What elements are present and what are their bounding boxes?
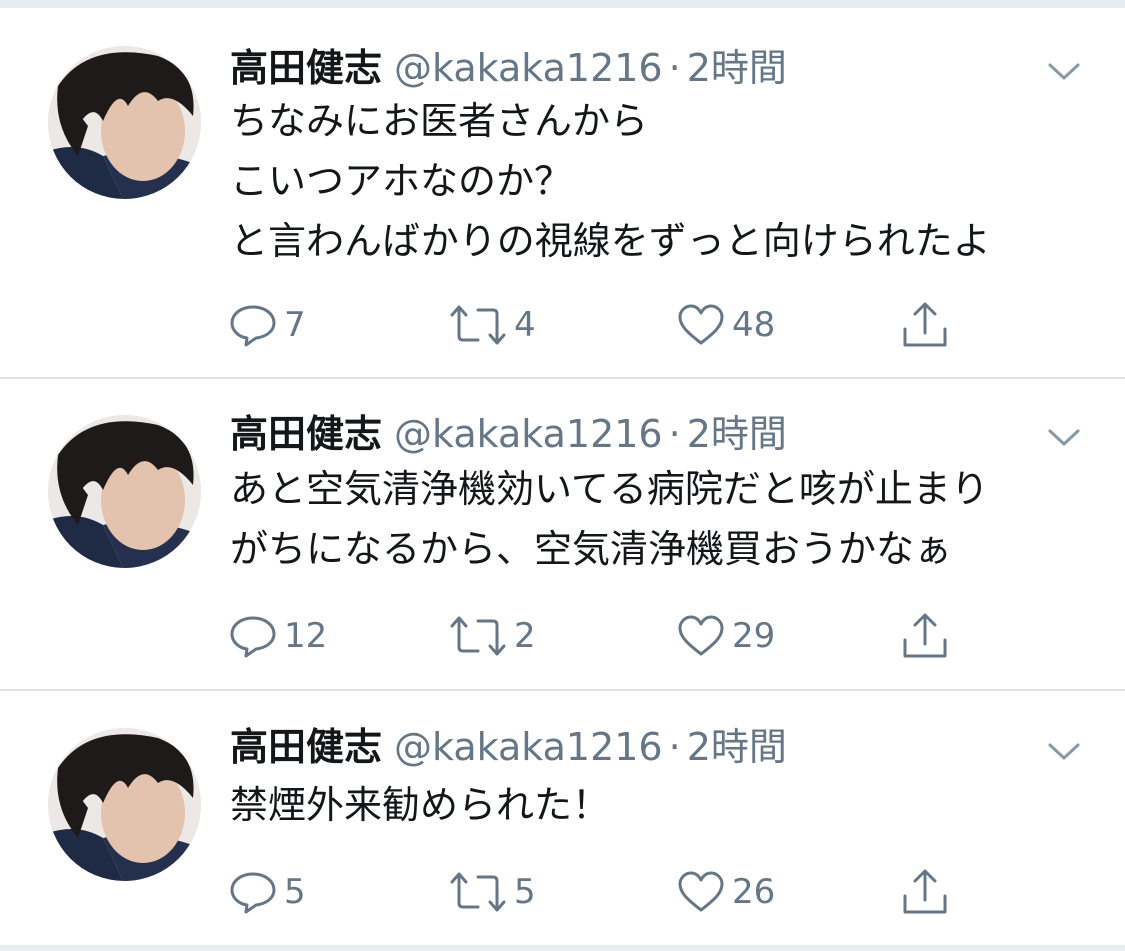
tweet-text-line: がちになるから、空気清浄機買おうかなぁ <box>230 527 953 571</box>
share-button[interactable] <box>900 867 950 917</box>
tweet-text-line: あと空気清浄機効いてる病院だと咳が止まり <box>230 467 989 511</box>
tweet-text: ちなみにお医者さんから こいつアホなのか？ と言わんばかりの視線をずっと向けられ… <box>230 91 1090 271</box>
display-name[interactable]: 高田健志 <box>230 46 382 90</box>
share-icon <box>900 868 950 916</box>
timestamp[interactable]: 2時間 <box>687 46 787 90</box>
like-count: 29 <box>732 616 776 656</box>
retweet-count: 2 <box>514 616 536 656</box>
retweet-icon <box>448 303 508 347</box>
reply-button[interactable]: 5 <box>228 867 306 917</box>
tweet[interactable]: 高田健志 @kakaka1216 · 2時間 禁煙外来勧められた！ 5 5 26 <box>0 691 1125 945</box>
reply-icon <box>228 303 278 347</box>
separator-dot: · <box>668 46 681 90</box>
top-divider <box>0 0 1125 8</box>
retweet-count: 4 <box>514 305 536 345</box>
like-count: 48 <box>732 305 776 345</box>
tweet-header: 高田健志 @kakaka1216 · 2時間 <box>230 409 787 459</box>
tweet-actions: 12 2 29 <box>228 611 968 661</box>
share-button[interactable] <box>900 300 950 350</box>
avatar[interactable] <box>48 728 201 881</box>
handle[interactable]: @kakaka1216 <box>394 412 663 456</box>
tweet-actions: 5 5 26 <box>228 867 968 917</box>
tweet-actions: 7 4 48 <box>228 300 968 350</box>
tweet-text: 禁煙外来勧められた！ <box>230 775 1090 835</box>
share-button[interactable] <box>900 611 950 661</box>
tweet-text: あと空気清浄機効いてる病院だと咳が止まり がちになるから、空気清浄機買おうかなぁ <box>230 459 1090 579</box>
tweet-text-line: と言わんばかりの視線をずっと向けられたよ <box>230 219 991 263</box>
retweet-button[interactable]: 5 <box>448 867 536 917</box>
heart-icon <box>676 614 726 658</box>
reply-icon <box>228 614 278 658</box>
retweet-icon <box>448 614 508 658</box>
avatar[interactable] <box>48 46 201 199</box>
display-name[interactable]: 高田健志 <box>230 412 382 456</box>
timestamp[interactable]: 2時間 <box>687 412 787 456</box>
avatar[interactable] <box>48 415 201 568</box>
tweet-text-line: こいつアホなのか？ <box>230 159 573 203</box>
reply-button[interactable]: 7 <box>228 300 306 350</box>
tweet-text-line: 禁煙外来勧められた！ <box>230 783 611 827</box>
display-name[interactable]: 高田健志 <box>230 725 382 769</box>
separator-dot: · <box>668 412 681 456</box>
tweet[interactable]: 高田健志 @kakaka1216 · 2時間 あと空気清浄機効いてる病院だと咳が止まり… <box>0 379 1125 689</box>
tweet-text-line: ちなみにお医者さんから <box>230 99 649 143</box>
chevron-down-icon[interactable] <box>1044 56 1084 86</box>
retweet-count: 5 <box>514 872 536 912</box>
timestamp[interactable]: 2時間 <box>687 725 787 769</box>
share-icon <box>900 612 950 660</box>
tweet-header: 高田健志 @kakaka1216 · 2時間 <box>230 722 787 772</box>
retweet-icon <box>448 870 508 914</box>
share-icon <box>900 301 950 349</box>
like-button[interactable]: 29 <box>676 611 775 661</box>
reply-count: 7 <box>284 305 306 345</box>
reply-count: 5 <box>284 872 306 912</box>
handle[interactable]: @kakaka1216 <box>394 725 663 769</box>
chevron-down-icon[interactable] <box>1044 736 1084 766</box>
like-button[interactable]: 26 <box>676 867 775 917</box>
chevron-down-icon[interactable] <box>1044 422 1084 452</box>
reply-count: 12 <box>284 616 328 656</box>
like-button[interactable]: 48 <box>676 300 775 350</box>
handle[interactable]: @kakaka1216 <box>394 46 663 90</box>
reply-icon <box>228 870 278 914</box>
retweet-button[interactable]: 2 <box>448 611 536 661</box>
heart-icon <box>676 870 726 914</box>
like-count: 26 <box>732 872 776 912</box>
heart-icon <box>676 303 726 347</box>
bottom-divider <box>0 945 1125 951</box>
separator-dot: · <box>668 725 681 769</box>
tweet[interactable]: 高田健志 @kakaka1216 · 2時間 ちなみにお医者さんから こいつアホなのか… <box>0 8 1125 378</box>
tweet-header: 高田健志 @kakaka1216 · 2時間 <box>230 43 787 93</box>
retweet-button[interactable]: 4 <box>448 300 536 350</box>
reply-button[interactable]: 12 <box>228 611 327 661</box>
